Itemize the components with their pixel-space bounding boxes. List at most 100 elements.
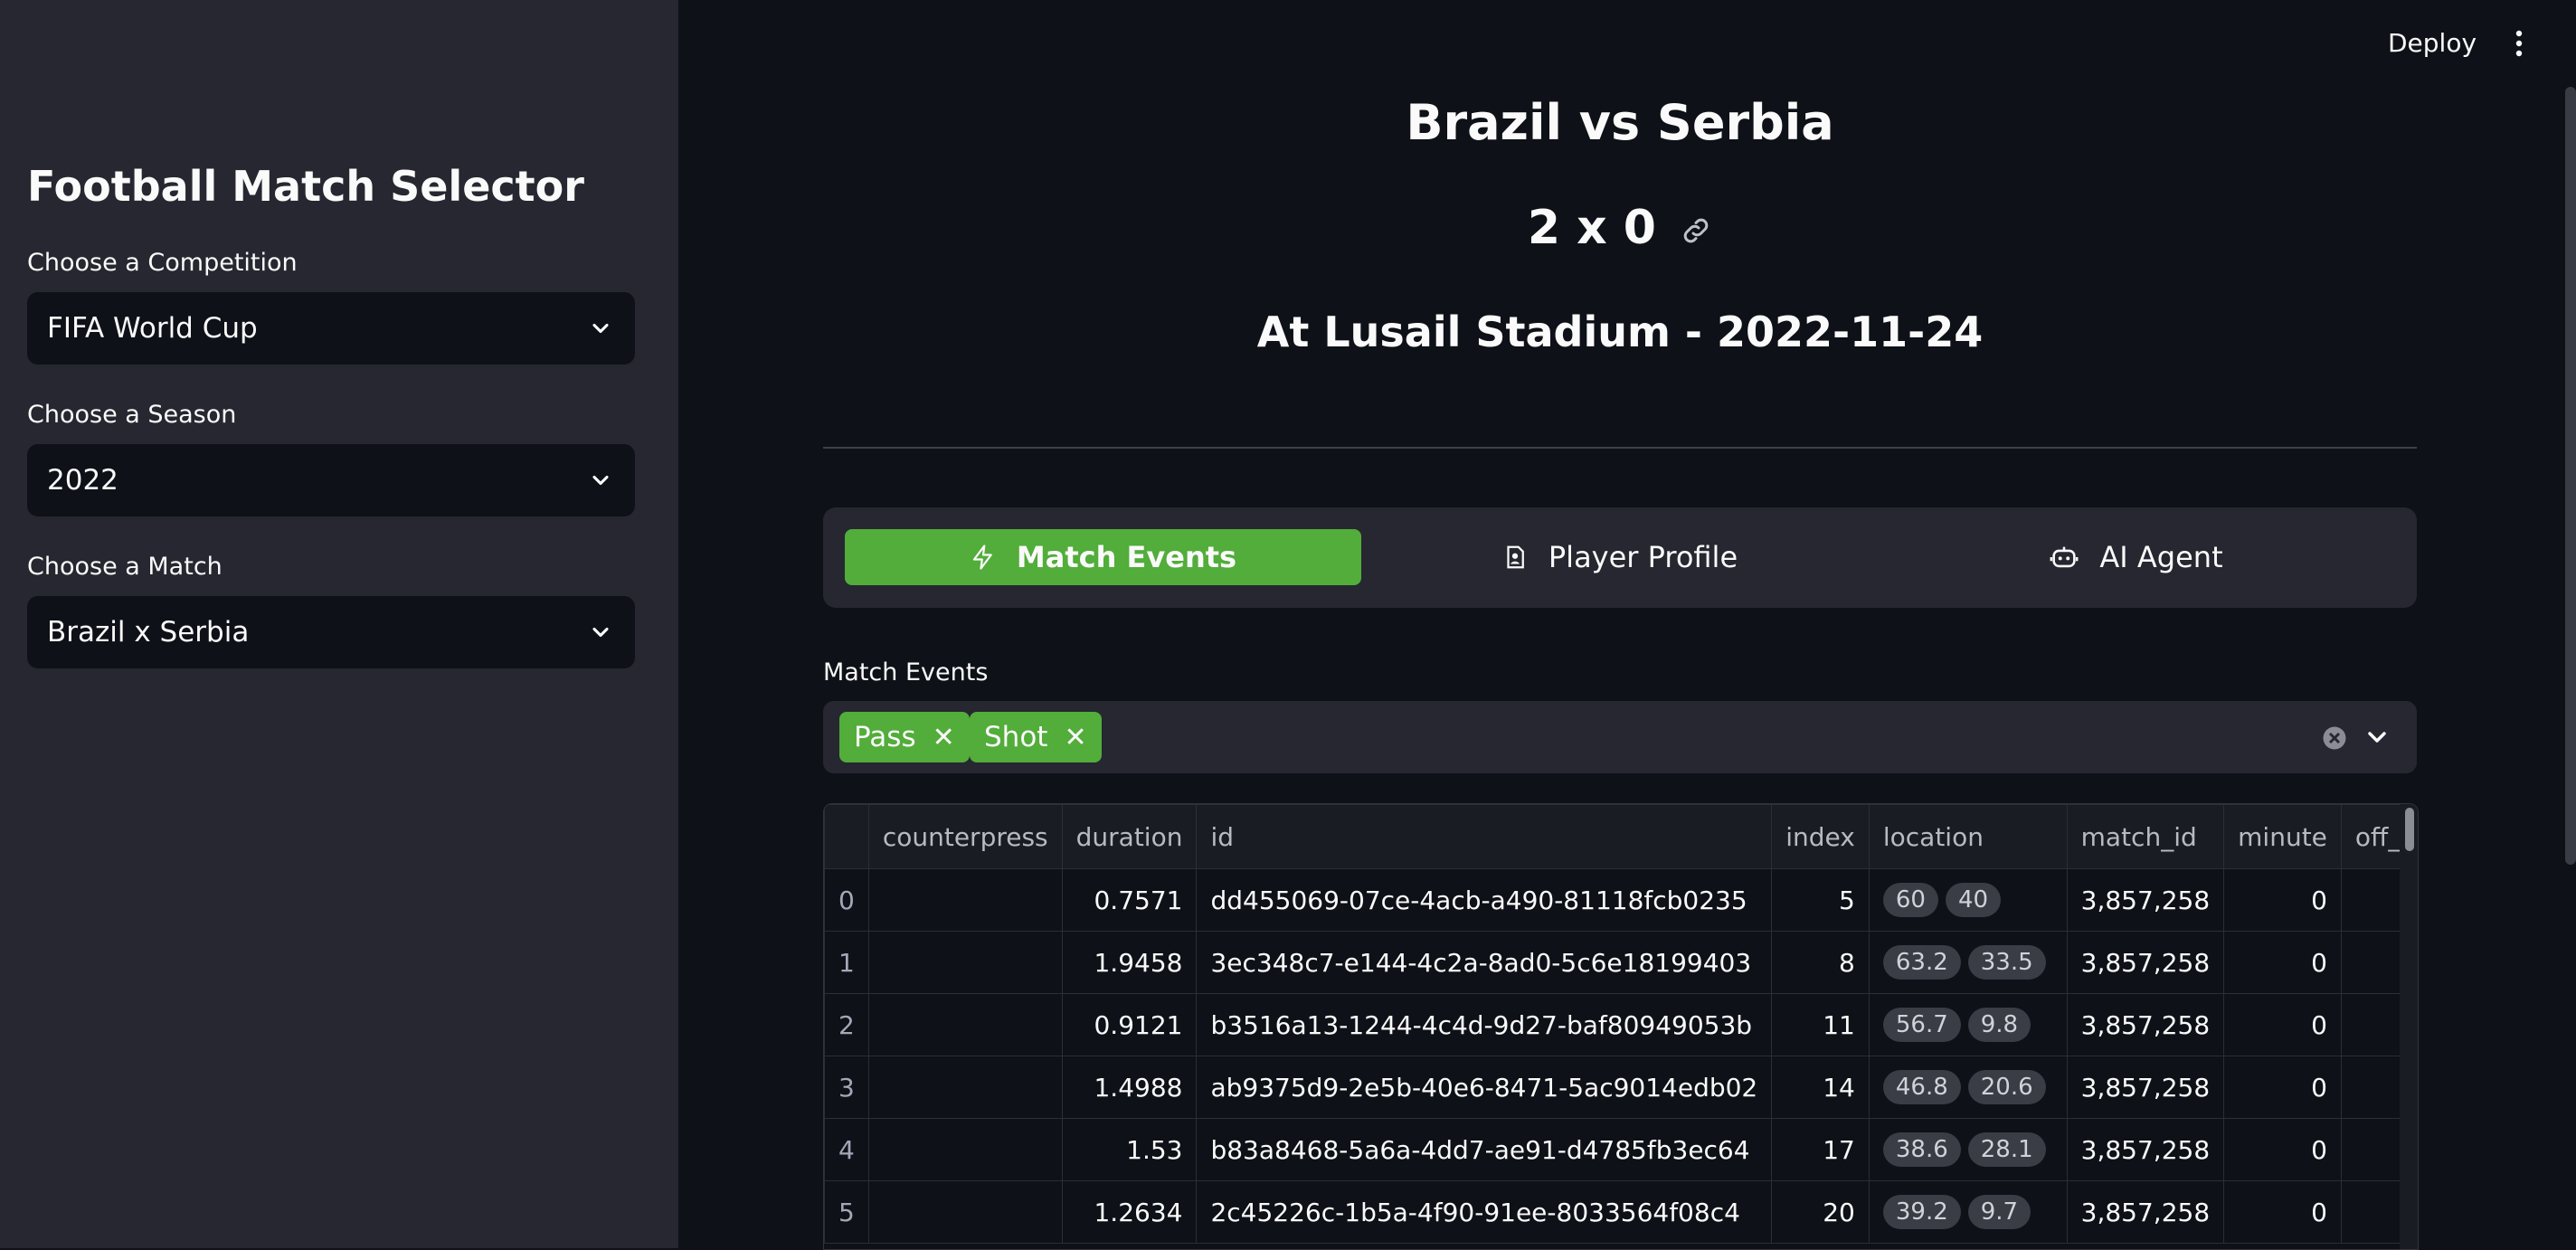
competition-label: Choose a Competition	[27, 249, 298, 277]
column-header[interactable]: duration	[1061, 804, 1198, 869]
table-cell[interactable]: 0	[2223, 868, 2342, 932]
table-cell[interactable]: ab9375d9-2e5b-40e6-8471-5ac9014edb02	[1196, 1056, 1773, 1119]
column-header[interactable]: index	[1771, 804, 1870, 869]
table-cell[interactable]: 1.9458	[1061, 931, 1198, 994]
table-cell[interactable]: 11	[1771, 993, 1870, 1056]
table-cell[interactable]: 1.2634	[1061, 1180, 1198, 1244]
scroll-thumb[interactable]	[2405, 808, 2414, 851]
bolt-icon	[972, 545, 992, 570]
location-pill: 38.6	[1882, 1132, 1961, 1167]
table-cell[interactable]: 0	[2223, 931, 2342, 994]
table-cell[interactable]: 5	[1771, 868, 1870, 932]
table-cell[interactable]: 3,857,258	[2066, 868, 2225, 932]
table-cell[interactable]: 0	[2223, 1118, 2342, 1181]
main-header: Brazil vs Serbia 2 x 0 At Lusail Stadium…	[823, 0, 2417, 380]
table-cell[interactable]: 1.4988	[1061, 1056, 1198, 1119]
table-cell[interactable]	[867, 931, 1063, 994]
tab-match-events[interactable]: Match Events	[845, 529, 1361, 585]
table-cell[interactable]: 3	[824, 1056, 869, 1119]
table-cell[interactable]: 5	[824, 1180, 869, 1244]
chip-label: Pass	[854, 721, 916, 753]
table-cell[interactable]	[867, 1180, 1063, 1244]
table-cell[interactable]: 46.8 20.6	[1868, 1056, 2068, 1119]
table-cell[interactable]: 20	[1771, 1180, 1870, 1244]
location-pill: 40	[1945, 883, 2002, 917]
table-row[interactable]: 1 1.9458 3ec348c7-e144-4c2a-8ad0-5c6e18199…	[824, 931, 2418, 994]
remove-chip-icon[interactable]: ✕	[1064, 722, 1086, 753]
location-pill: 46.8	[1882, 1070, 1961, 1104]
profile-icon	[1507, 545, 1524, 569]
table-cell[interactable]: 0	[2223, 993, 2342, 1056]
table-cell[interactable]: b83a8468-5a6a-4dd7-ae91-d4785fb3ec64	[1196, 1118, 1773, 1181]
competition-select[interactable]: FIFA World Cup	[27, 292, 635, 365]
table-cell[interactable]: 2	[824, 993, 869, 1056]
page-scrollbar[interactable]	[2565, 87, 2576, 865]
table-cell[interactable]: 1.53	[1061, 1118, 1198, 1181]
table-cell[interactable]	[867, 868, 1063, 932]
table-cell[interactable]	[867, 1118, 1063, 1181]
table-cell[interactable]	[867, 1056, 1063, 1119]
table-row[interactable]: 5 1.2634 2c45226c-1b5a-4f90-91ee-8033564f0…	[824, 1180, 2418, 1244]
table-cell[interactable]: 0	[2223, 1180, 2342, 1244]
tab-label: Match Events	[1016, 540, 1237, 574]
table-cell[interactable]: 63.2 33.5	[1868, 931, 2068, 994]
chip-pass[interactable]: Pass ✕	[839, 712, 970, 762]
chip-shot[interactable]: Shot ✕	[970, 712, 1102, 762]
link-icon[interactable]	[1680, 214, 1712, 247]
table-cell[interactable]: 56.7 9.8	[1868, 993, 2068, 1056]
match-score: 2 x 0	[1527, 201, 1656, 255]
table-cell[interactable]: 0.7571	[1061, 868, 1198, 932]
table-cell[interactable]: 38.6 28.1	[1868, 1118, 2068, 1181]
table-cell[interactable]: 3,857,258	[2066, 993, 2225, 1056]
chevron-down-icon	[592, 475, 609, 486]
table-cell[interactable]: 4	[824, 1118, 869, 1181]
divider	[823, 447, 2417, 449]
location-pill: 9.7	[1967, 1195, 2031, 1229]
location-pill: 39.2	[1882, 1195, 1961, 1229]
table-cell[interactable]: 3,857,258	[2066, 1180, 2225, 1244]
more-menu-icon[interactable]	[2505, 25, 2533, 62]
table-row[interactable]: 4 1.53 b83a8468-5a6a-4dd7-ae91-d4785fb3ec6…	[824, 1118, 2418, 1181]
table-cell[interactable]: 14	[1771, 1056, 1870, 1119]
table-row[interactable]: 0 0.7571 dd455069-07ce-4acb-a490-81118fcb0…	[824, 868, 2418, 932]
table-cell[interactable]: 3,857,258	[2066, 1118, 2225, 1181]
table-row[interactable]: 2 0.9121 b3516a13-1244-4c4d-9d27-baf809490…	[824, 993, 2418, 1056]
table-cell[interactable]: 0.9121	[1061, 993, 1198, 1056]
match-select[interactable]: Brazil x Serbia	[27, 596, 635, 668]
table-cell[interactable]: 39.2 9.7	[1868, 1180, 2068, 1244]
remove-chip-icon[interactable]: ✕	[933, 722, 955, 753]
table-cell[interactable]: b3516a13-1244-4c4d-9d27-baf80949053b	[1196, 993, 1773, 1056]
table-cell[interactable]: 8	[1771, 931, 1870, 994]
clear-all-icon[interactable]	[2321, 724, 2348, 752]
season-select[interactable]: 2022	[27, 444, 635, 516]
events-multiselect[interactable]: Pass ✕ Shot ✕	[823, 701, 2417, 773]
table-row[interactable]: 3 1.4988 ab9375d9-2e5b-40e6-8471-5ac9014ed…	[824, 1056, 2418, 1119]
column-header[interactable]	[824, 804, 869, 869]
column-header[interactable]: counterpress	[867, 804, 1063, 869]
tab-player-profile[interactable]: Player Profile	[1361, 529, 1878, 585]
chevron-down-icon	[592, 323, 609, 334]
chevron-down-icon[interactable]	[2363, 723, 2391, 752]
chip-label: Shot	[984, 721, 1048, 753]
table-cell[interactable]: 0	[2223, 1056, 2342, 1119]
table-cell[interactable]: 17	[1771, 1118, 1870, 1181]
table-cell[interactable]: 0	[824, 868, 869, 932]
match-value: Brazil x Serbia	[47, 616, 250, 649]
tab-bar: Match Events Player Profile AI Agent	[823, 507, 2417, 608]
tab-ai-agent[interactable]: AI Agent	[1878, 529, 2394, 585]
table-cell[interactable]	[867, 993, 1063, 1056]
column-header[interactable]: location	[1868, 804, 2068, 869]
table-cell[interactable]: 3ec348c7-e144-4c2a-8ad0-5c6e18199403	[1196, 931, 1773, 994]
column-header[interactable]: minute	[2223, 804, 2342, 869]
sidebar-title: Football Match Selector	[27, 162, 584, 211]
table-scrollbar[interactable]	[2400, 804, 2418, 1249]
column-header[interactable]: id	[1196, 804, 1773, 869]
table-cell[interactable]: 1	[824, 931, 869, 994]
column-header[interactable]: match_id	[2066, 804, 2225, 869]
table-cell[interactable]: 3,857,258	[2066, 1056, 2225, 1119]
table-cell[interactable]: dd455069-07ce-4acb-a490-81118fcb0235	[1196, 868, 1773, 932]
table-cell[interactable]: 60 40	[1868, 868, 2068, 932]
table-cell[interactable]: 3,857,258	[2066, 931, 2225, 994]
table-cell[interactable]: 2c45226c-1b5a-4f90-91ee-8033564f08c4	[1196, 1180, 1773, 1244]
tab-label: AI Agent	[2099, 540, 2223, 574]
